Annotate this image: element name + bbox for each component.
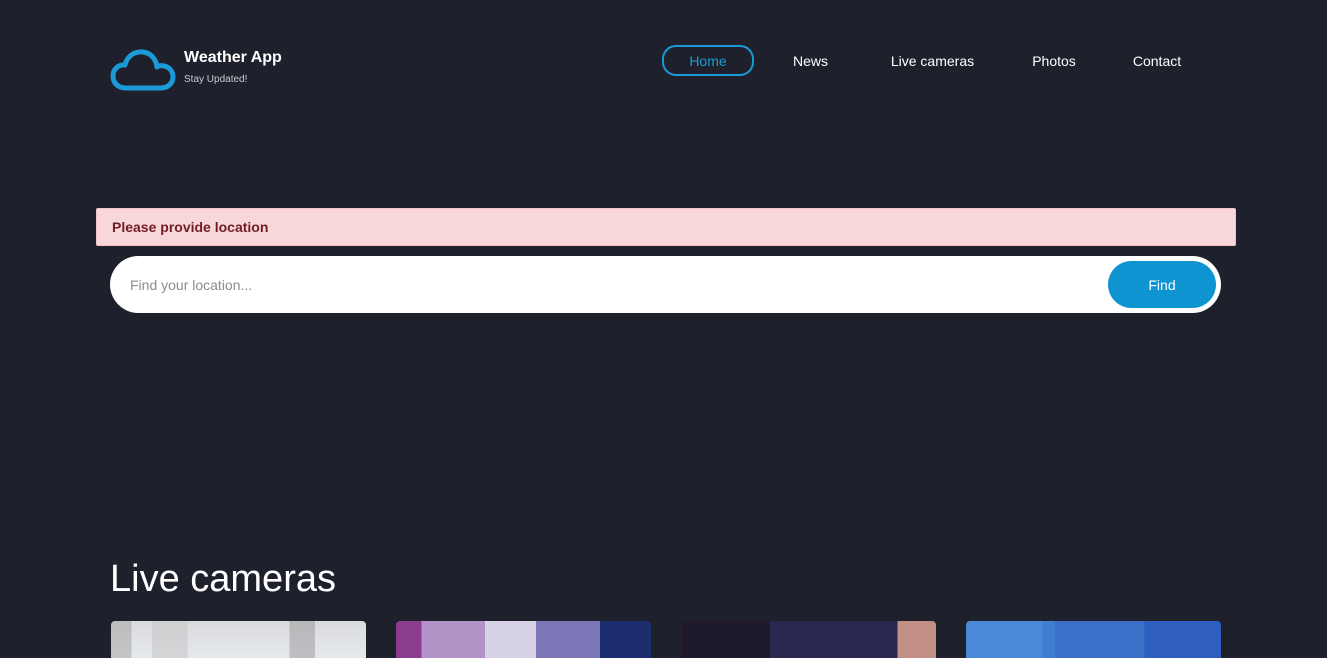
app-title: Weather App bbox=[184, 49, 282, 66]
camera-thumbnail[interactable] bbox=[396, 621, 651, 658]
page: Weather App Stay Updated! Home News Live… bbox=[0, 0, 1327, 658]
live-cameras-grid bbox=[111, 621, 1221, 658]
location-search-form: Find bbox=[110, 256, 1221, 313]
find-button[interactable]: Find bbox=[1108, 261, 1216, 308]
live-cameras-heading: Live cameras bbox=[110, 558, 336, 600]
nav-item-photos[interactable]: Photos bbox=[1019, 45, 1089, 76]
location-search-input[interactable] bbox=[110, 256, 1108, 313]
error-alert: Please provide location bbox=[96, 208, 1236, 246]
main-nav: Home News Live cameras Photos Contact bbox=[662, 45, 1197, 76]
camera-thumbnail[interactable] bbox=[111, 621, 366, 658]
camera-thumbnail[interactable] bbox=[966, 621, 1221, 658]
brand-text: Weather App Stay Updated! bbox=[184, 46, 282, 87]
app-tagline: Stay Updated! bbox=[184, 74, 248, 85]
nav-item-home[interactable]: Home bbox=[662, 45, 754, 76]
cloud-icon bbox=[110, 49, 176, 91]
nav-item-news[interactable]: News bbox=[774, 45, 847, 76]
camera-thumbnail[interactable] bbox=[681, 621, 936, 658]
alert-message: Please provide location bbox=[112, 219, 269, 235]
nav-item-contact[interactable]: Contact bbox=[1117, 45, 1197, 76]
nav-item-live-cameras[interactable]: Live cameras bbox=[874, 45, 991, 76]
brand[interactable]: Weather App Stay Updated! bbox=[110, 46, 282, 93]
